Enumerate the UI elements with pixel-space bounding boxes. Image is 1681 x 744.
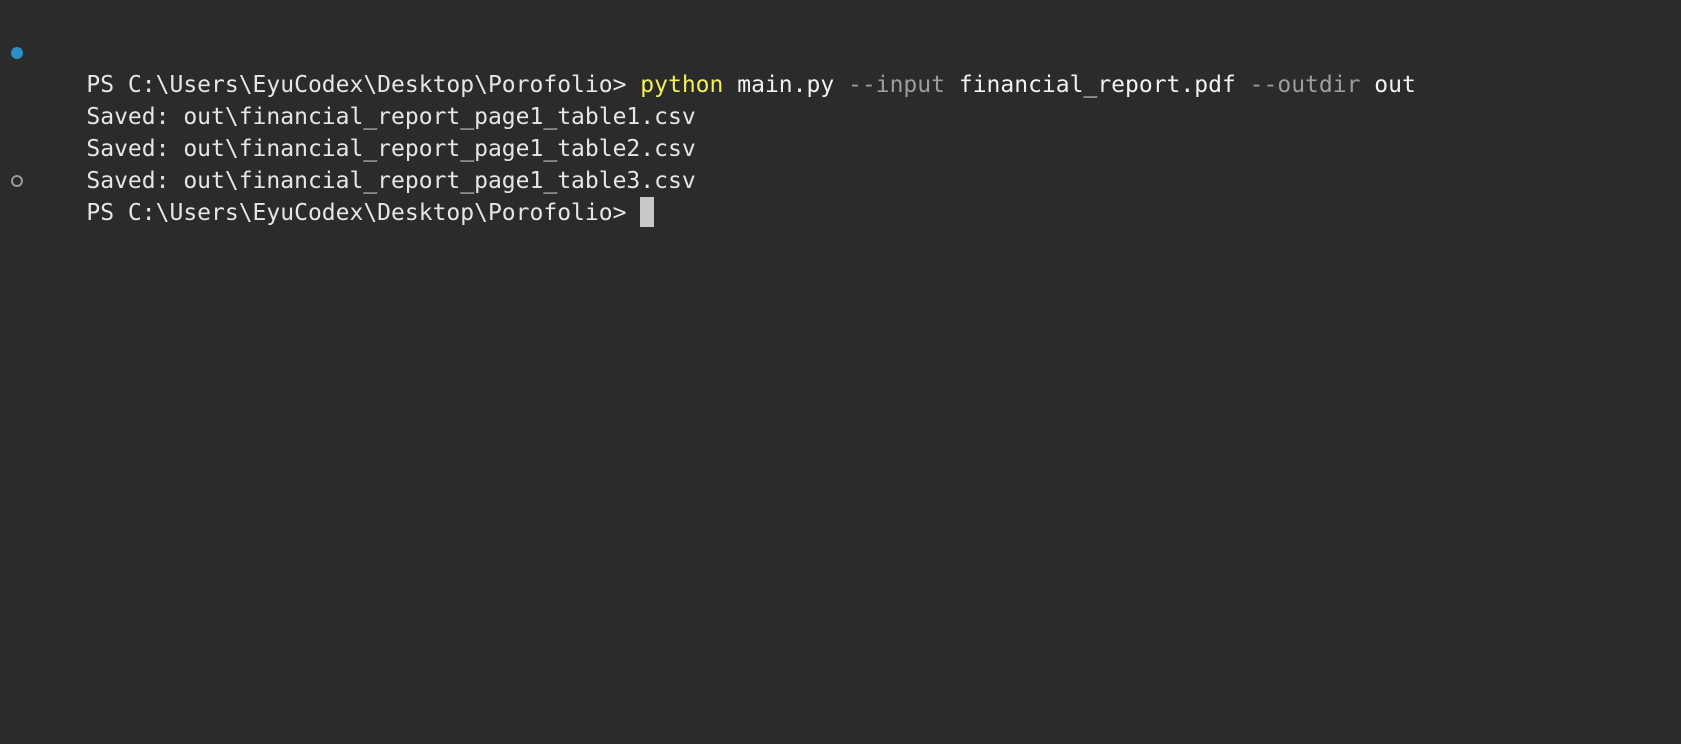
command-success-decoration-icon[interactable]	[11, 47, 23, 59]
output-line: Saved: out\financial_report_page1_table2…	[0, 101, 1681, 162]
active-prompt-line[interactable]: PS C:\Users\EyuCodex\Desktop\Porofolio>	[0, 165, 1681, 227]
command-line: PS C:\Users\EyuCodex\Desktop\Porofolio> …	[0, 37, 1681, 98]
terminal-panel[interactable]: PS C:\Users\EyuCodex\Desktop\Porofolio> …	[0, 0, 1681, 744]
text-cursor	[640, 196, 655, 227]
prompt-text: PS C:\Users\EyuCodex\Desktop\Porofolio>	[86, 200, 627, 226]
output-line: Saved: out\financial_report_page1_table3…	[0, 133, 1681, 194]
command-pending-decoration-icon[interactable]	[11, 175, 23, 187]
output-line: Saved: out\financial_report_page1_table1…	[0, 69, 1681, 130]
